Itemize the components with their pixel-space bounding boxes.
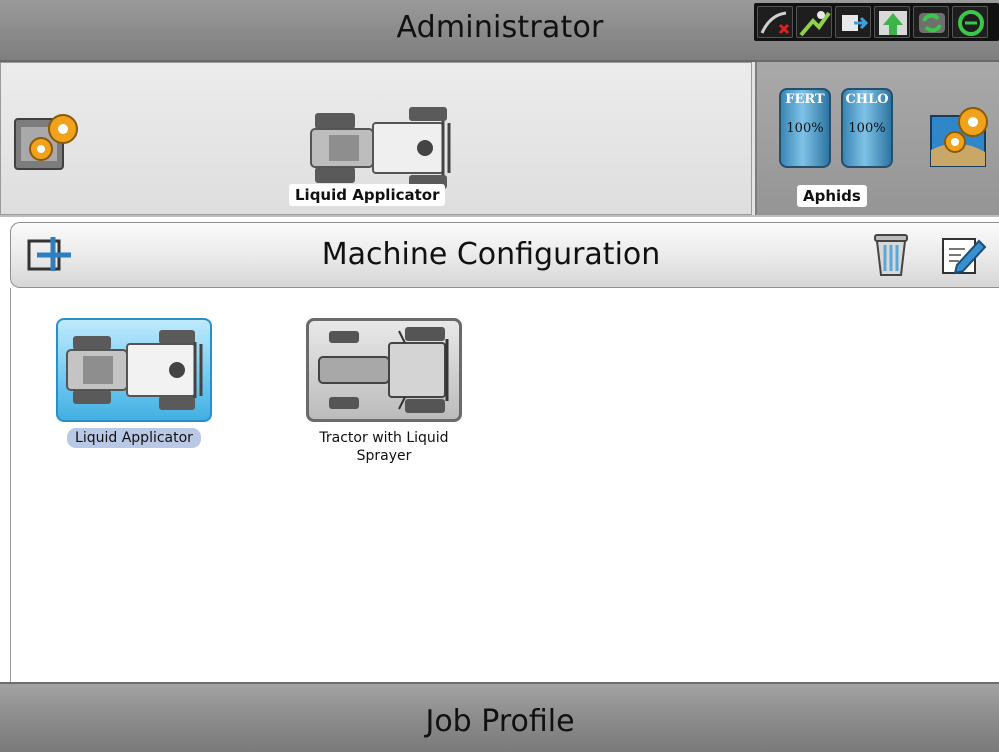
liquid-applicator-icon[interactable] <box>309 103 459 193</box>
active-machine-panel[interactable]: Liquid Applicator <box>0 62 752 215</box>
tank-chlo: CHLO 100% <box>841 88 893 168</box>
tank-name: FERT <box>785 92 825 107</box>
tank-name: CHLO <box>845 92 889 107</box>
section-title: Machine Configuration <box>321 237 661 272</box>
machine-tile-icon-box[interactable] <box>306 318 462 422</box>
tank-level: 100% <box>786 121 824 136</box>
edit-icon <box>942 238 987 275</box>
machine-tile-tractor-with-liquid-sprayer[interactable]: Tractor with Liquid Sprayer <box>299 318 469 466</box>
liquid-applicator-icon <box>66 330 203 410</box>
job-profile-label: Job Profile <box>425 704 575 739</box>
page-title: Administrator <box>396 10 604 45</box>
add-button[interactable] <box>25 231 73 277</box>
tank-level: 100% <box>848 121 886 136</box>
trash-icon <box>874 234 908 276</box>
title-bar: Administrator <box>0 0 999 62</box>
gps-signal-icon[interactable] <box>757 6 793 38</box>
machine-tile-label: Liquid Applicator <box>67 428 201 448</box>
connection-icon[interactable] <box>952 6 988 38</box>
guidance-icon[interactable] <box>874 6 910 38</box>
active-product-label: Aphids <box>797 185 867 207</box>
section-control-icon[interactable] <box>913 6 949 38</box>
machine-tile-label: Tractor with Liquid Sprayer <box>319 430 449 464</box>
field-settings-icon[interactable] <box>927 100 999 172</box>
edit-button[interactable] <box>939 231 987 277</box>
tank-fert: FERT 100% <box>779 88 831 168</box>
tractor-sprayer-icon <box>318 327 449 413</box>
section-header: Machine Configuration <box>10 222 999 288</box>
delete-button[interactable] <box>867 231 915 277</box>
data-transfer-icon[interactable] <box>835 6 871 38</box>
job-profile-bar[interactable]: Job Profile <box>0 682 999 752</box>
machine-tile-liquid-applicator[interactable]: Liquid Applicator <box>49 318 219 448</box>
active-product-panel[interactable]: FERT 100% CHLO 100% Aphids <box>755 62 999 215</box>
rtk-correction-icon[interactable] <box>796 6 832 38</box>
status-tray <box>754 3 999 41</box>
active-machine-label: Liquid Applicator <box>289 184 446 206</box>
active-configuration-bar: Liquid Applicator FERT 100% CHLO 100% Ap… <box>0 62 999 217</box>
machine-list: Liquid Applicator Tractor with Liquid Sp… <box>10 288 999 682</box>
add-icon <box>27 237 71 271</box>
machine-tile-icon-box[interactable] <box>56 318 212 422</box>
machine-settings-icon[interactable] <box>13 105 83 175</box>
